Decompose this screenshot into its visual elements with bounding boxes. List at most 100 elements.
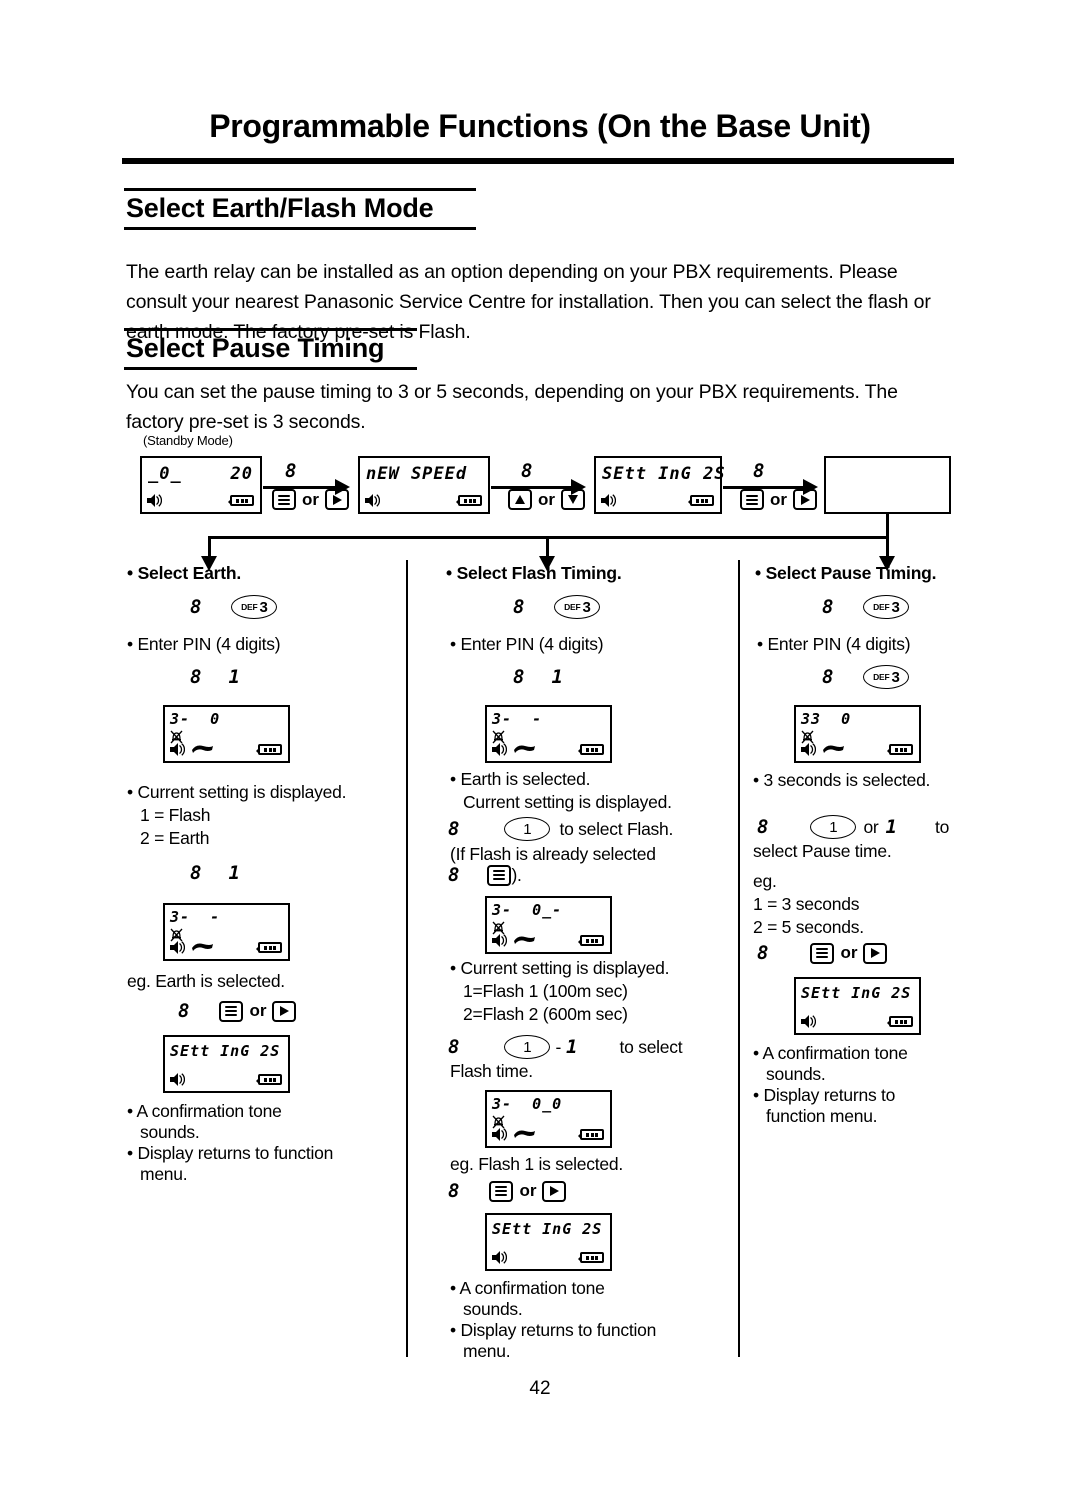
column-heading-select-pause-timing: • Select Pause Timing. — [755, 563, 937, 583]
note-line-1: • Current setting is displayed. — [127, 782, 347, 802]
key-glyph-1[interactable]: 1 — [566, 1036, 577, 1058]
right-arrow-icon[interactable] — [272, 1000, 297, 1022]
note-line-1: eg. — [753, 871, 777, 891]
col2-note-earth-selected: • Earth is selected. Current setting is … — [450, 768, 672, 814]
col2-note-flash-values: • Current setting is displayed. 1=Flash … — [450, 957, 669, 1026]
col2-lcd-flash-setting: 3- 0_- — [485, 896, 612, 954]
lcd-text-line1: 33 0 — [801, 710, 852, 728]
key-number-1[interactable]: 1 — [504, 817, 551, 841]
col3-note-pause-values: eg. 1 = 3 seconds 2 = 5 seconds. — [753, 870, 864, 939]
menu-icon[interactable] — [740, 489, 764, 510]
note-line-1: • A confirmation tone — [450, 1278, 605, 1298]
standby-mode-label: (Standby Mode) — [143, 433, 233, 448]
column-divider-2 — [738, 560, 740, 1357]
col3-key-step-2: 8 DEF 3 — [822, 665, 910, 689]
step-marker: 8 — [448, 1036, 460, 1058]
step-marker: 8 — [757, 816, 769, 838]
speaker-icon — [492, 1251, 507, 1264]
lcd-text-line1: 3- 0 — [170, 710, 221, 728]
lcd-text-right: 20 — [230, 464, 253, 484]
ringer-off-icon — [492, 1115, 505, 1129]
key-def-3[interactable]: DEF 3 — [231, 595, 278, 619]
key-step-3-trailing: to select Flash. — [559, 818, 674, 839]
up-arrow-icon[interactable] — [508, 489, 532, 510]
step-marker: 8 — [513, 596, 525, 618]
key-step-3-trailing: to — [934, 816, 950, 837]
offhook-icon — [514, 745, 535, 753]
offhook-icon — [192, 745, 213, 753]
col3-key-step-3: 8 1 or 1 to — [757, 815, 949, 839]
note-line-4: menu. — [140, 1164, 188, 1184]
step-marker: 8 — [448, 818, 460, 840]
section-heading: Select Earth/Flash Mode — [126, 193, 434, 223]
col2-key-step-5: 8 or — [448, 1180, 567, 1202]
menu-icon[interactable] — [487, 864, 512, 886]
key-number-1[interactable]: 1 — [810, 815, 857, 839]
step-marker: 8 — [178, 1000, 190, 1022]
col2-key-step-1: 8 DEF 3 — [513, 595, 601, 619]
col3-note-confirmation: • A confirmation tone sounds. • Display … — [753, 1043, 908, 1127]
menu-icon[interactable] — [810, 942, 835, 964]
battery-icon — [256, 744, 282, 755]
menu-icon[interactable] — [219, 1000, 244, 1022]
step-marker: 8 — [190, 862, 202, 884]
col3-key-step-3-line2: select Pause time. — [753, 841, 892, 861]
key-range-dash: - — [555, 1036, 562, 1057]
step-marker: 8 — [822, 666, 834, 688]
speaker-icon — [147, 494, 162, 507]
col2-key-step-4-line2: Flash time. — [450, 1061, 533, 1081]
right-arrow-icon[interactable] — [863, 942, 888, 964]
ringer-off-icon — [492, 921, 505, 935]
note-line-1: • Current setting is displayed. — [450, 958, 670, 978]
or-label: or — [863, 816, 879, 837]
note-line-3: 2 = Earth — [140, 828, 210, 848]
lcd-standby-display: _0_ 20 — [140, 456, 262, 514]
column-heading-select-flash-timing: • Select Flash Timing. — [446, 563, 622, 583]
battery-icon — [688, 495, 714, 506]
step-marker: 8 — [448, 1180, 460, 1202]
col1-note-earth-selected: eg. Earth is selected. — [127, 971, 285, 991]
key-def-3[interactable]: DEF 3 — [863, 595, 910, 619]
battery-icon — [578, 1129, 604, 1140]
col1-note-confirmation: • A confirmation tone sounds. • Display … — [127, 1101, 333, 1185]
key-glyph-1[interactable]: 1 — [551, 666, 562, 688]
key-glyph-1[interactable]: 1 — [228, 666, 239, 688]
battery-icon — [887, 744, 913, 755]
key-def-3[interactable]: DEF 3 — [554, 595, 601, 619]
speaker-icon — [170, 941, 185, 954]
offhook-icon — [514, 1130, 535, 1138]
key-number-1[interactable]: 1 — [504, 1035, 551, 1059]
lcd-setting-display: SEtt InG 2S — [594, 456, 725, 514]
note-line-2: sounds. — [140, 1122, 200, 1142]
note-line-3: 2 = 5 seconds. — [753, 917, 864, 937]
note-line-3: 2=Flash 2 (600m sec) — [463, 1004, 628, 1024]
section-heading: Select Pause Timing — [126, 333, 385, 363]
right-arrow-icon[interactable] — [542, 1180, 567, 1202]
key-letters: DEF — [873, 602, 890, 612]
page-number: 42 — [529, 1378, 551, 1399]
col1-key-step-2: 8 1 — [190, 666, 240, 688]
offhook-icon — [192, 943, 213, 951]
col3-lcd-setting-confirm: SEtt InG 2S — [794, 977, 921, 1035]
or-label-1: or — [302, 489, 319, 509]
step-marker: 8 — [757, 942, 769, 964]
speaker-icon — [801, 743, 816, 756]
col3-note-3-seconds: • 3 seconds is selected. — [753, 770, 931, 790]
step-marker: 8 — [190, 666, 202, 688]
speaker-icon — [492, 1128, 507, 1141]
flow-arrow-2 — [571, 479, 586, 495]
menu-icon[interactable] — [489, 1180, 514, 1202]
col2-paren-line-1: (If Flash is already selected — [450, 844, 656, 864]
key-glyph-1[interactable]: 1 — [228, 862, 239, 884]
step-marker: 8 — [190, 596, 202, 618]
col1-lcd-earth-selected: 3- - — [163, 903, 290, 961]
key-number: 1 — [829, 818, 838, 836]
lcd-text-left: nEW SPEEd — [366, 464, 468, 484]
menu-icon[interactable] — [272, 489, 296, 510]
key-def-3[interactable]: DEF 3 — [863, 665, 910, 689]
col3-pin-note: • Enter PIN (4 digits) — [757, 634, 911, 654]
key-glyph-1[interactable]: 1 — [886, 816, 897, 838]
key-number: 1 — [523, 820, 532, 838]
battery-icon — [578, 744, 604, 755]
key-step-4-trailing: to select — [619, 1036, 683, 1057]
